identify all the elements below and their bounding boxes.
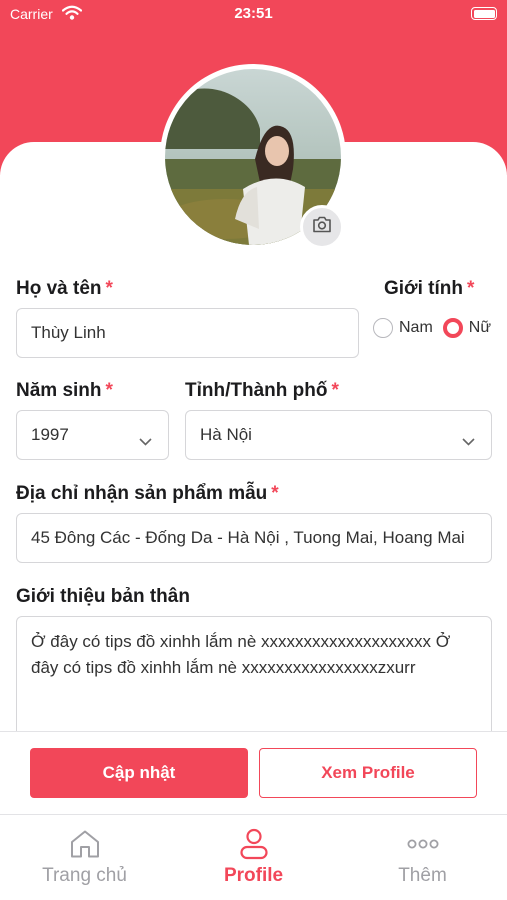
status-bar: Carrier 23:51 <box>0 0 507 28</box>
radio-checked-icon[interactable] <box>442 318 463 338</box>
view-profile-button[interactable]: Xem Profile <box>259 748 477 798</box>
radio-unchecked-icon[interactable] <box>373 318 393 338</box>
bio-label-text: Giới thiệu bản thân <box>16 586 190 607</box>
change-photo-button[interactable] <box>300 205 344 249</box>
full-name-label-text: Họ và tên <box>16 278 102 299</box>
birth-year-value: 1997 <box>31 425 69 444</box>
required-mark: * <box>105 380 113 401</box>
province-label: Tỉnh/Thành phố * <box>185 380 339 402</box>
gender-label: Giới tính * <box>384 278 474 300</box>
required-mark: * <box>466 278 475 299</box>
camera-icon <box>312 216 332 238</box>
user-icon <box>239 827 269 861</box>
province-label-text: Tỉnh/Thành phố <box>185 380 328 401</box>
required-mark: * <box>271 483 279 504</box>
gender-option-label: Nữ <box>468 319 492 336</box>
tab-home[interactable]: Trang chủ <box>0 815 169 900</box>
gender-option-female[interactable]: Nữ <box>442 318 492 338</box>
province-value: Hà Nội <box>200 425 252 444</box>
gender-option-label: Nam <box>399 319 433 336</box>
birth-year-select[interactable]: 1997 <box>16 410 169 460</box>
update-button[interactable]: Cập nhật <box>30 748 248 798</box>
tab-profile-label: Profile <box>223 865 284 886</box>
bio-label: Giới thiệu bản thân <box>16 586 190 608</box>
full-name-value: Thùy Linh <box>31 323 106 342</box>
tab-profile[interactable]: Profile <box>169 815 338 900</box>
full-name-input[interactable]: Thùy Linh <box>16 308 359 358</box>
birth-year-label: Năm sinh * <box>16 380 113 402</box>
required-mark: * <box>331 380 339 401</box>
tab-home-label: Trang chủ <box>42 865 127 886</box>
chevron-down-icon <box>139 431 152 451</box>
action-bar: Cập nhật Xem Profile <box>0 731 507 815</box>
birth-year-label-text: Năm sinh <box>16 380 102 401</box>
sample-address-input[interactable]: 45 Đông Các - Đống Da - Hà Nội , Tuong M… <box>16 513 492 563</box>
full-name-label: Họ và tên * <box>16 278 113 300</box>
clock: 23:51 <box>234 5 273 22</box>
sample-address-value: 45 Đông Các - Đống Da - Hà Nội , Tuong M… <box>31 528 465 547</box>
sample-address-label: Địa chỉ nhận sản phẩm mẫu * <box>16 483 279 505</box>
required-mark: * <box>105 278 113 299</box>
more-icon <box>407 827 439 861</box>
tab-more[interactable]: Thêm <box>338 815 507 900</box>
gender-option-male[interactable]: Nam <box>373 318 433 338</box>
chevron-down-icon <box>462 431 475 451</box>
province-select[interactable]: Hà Nội <box>185 410 492 460</box>
gender-label-text: Giới tính <box>384 278 463 299</box>
tab-more-label: Thêm <box>398 865 447 886</box>
sample-address-label-text: Địa chỉ nhận sản phẩm mẫu <box>16 483 268 504</box>
home-icon <box>69 827 101 861</box>
battery-icon <box>471 7 497 20</box>
bottom-tab-bar: Trang chủ Profile Thêm <box>0 814 507 900</box>
gender-radio-group: Nam Nữ <box>373 318 501 338</box>
